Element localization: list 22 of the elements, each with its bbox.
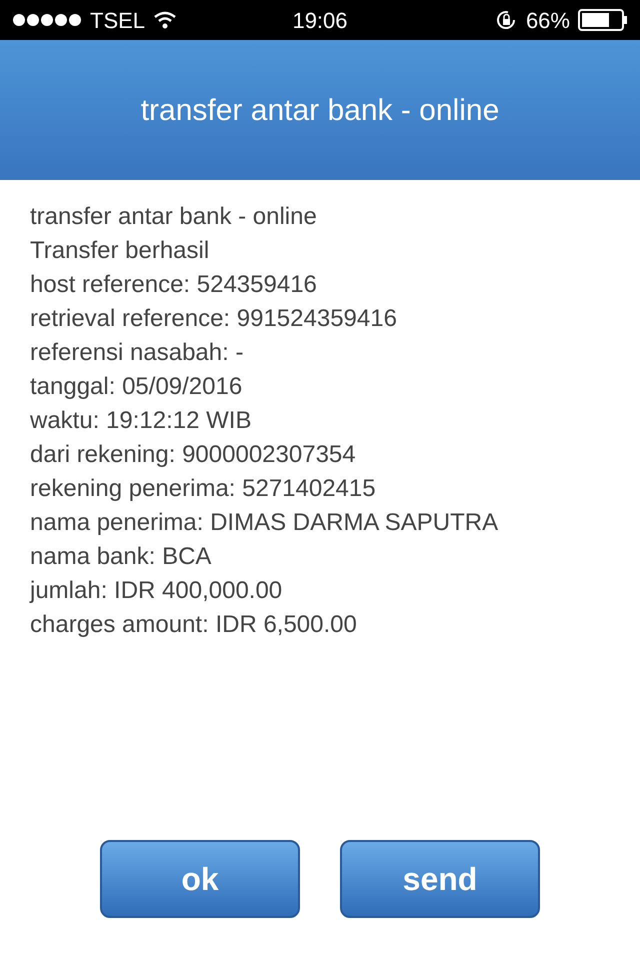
battery-percent: 66% [526,6,570,34]
detail-line: tanggal: 05/09/2016 [30,372,244,402]
action-button[interactable]: ok [100,840,300,918]
action-button[interactable]: send [340,840,540,918]
detail-line: charges amount: IDR 6,500.00 [30,610,358,640]
detail-line: nama bank: BCA [30,542,212,572]
detail-line: waktu: 19:12:12 WIB [30,406,252,436]
detail-line: rekening penerima: 5271402415 [30,474,377,504]
wifi-icon [153,11,178,29]
clock-time: 19:06 [291,6,349,34]
detail-line: referensi nasabah: - [30,338,244,368]
detail-line: dari rekening: 9000002307354 [30,440,357,470]
detail-line: retrieval reference: 991524359416 [30,304,398,334]
detail-line: jumlah: IDR 400,000.00 [30,576,284,606]
header-title: transfer antar bank - online [140,92,500,128]
carrier-name: TSEL [90,6,146,34]
detail-line: nama penerima: DIMAS DARMA SAPUTRA [30,508,500,538]
battery-icon [578,9,628,31]
detail-line: host reference: 524359416 [30,270,318,300]
signal-icon [12,13,82,27]
detail-line: Transfer berhasil [30,236,210,266]
detail-line: transfer antar bank - online [30,202,318,232]
